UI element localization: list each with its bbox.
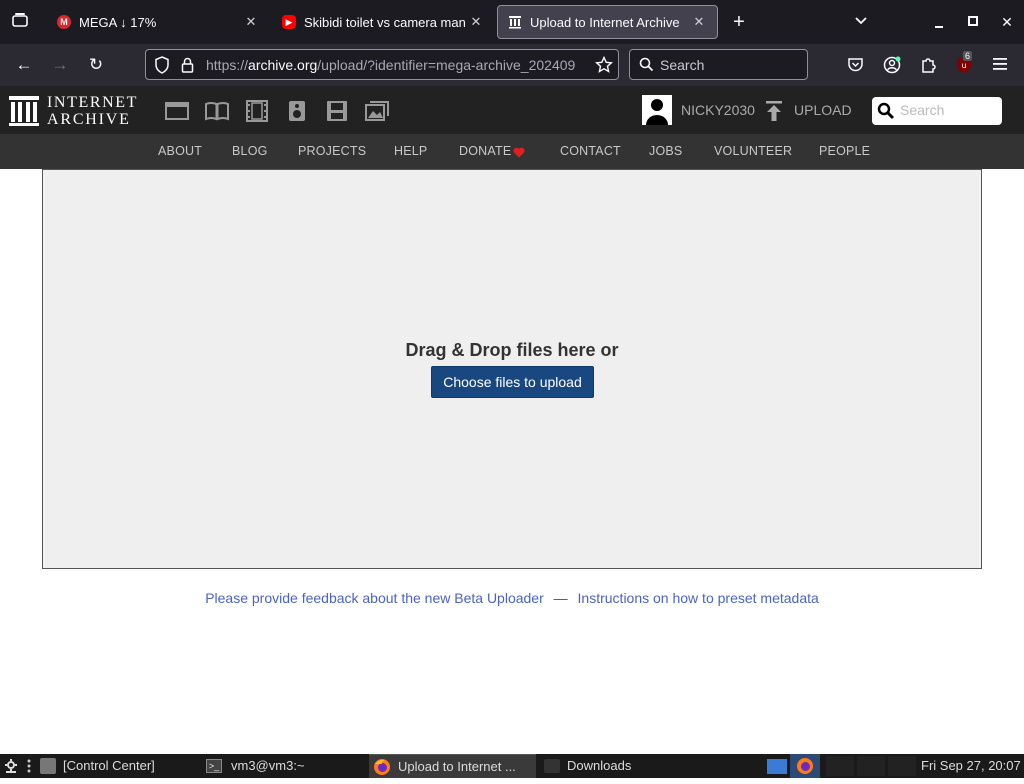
nav-jobs[interactable]: JOBS (649, 144, 682, 158)
tab-youtube[interactable]: ▶ Skibidi toilet vs camera man ✕ (272, 5, 494, 39)
url-text[interactable]: https://archive.org/upload/?identifier=m… (206, 57, 586, 73)
nav-blog[interactable]: BLOG (232, 144, 268, 158)
tab-mega[interactable]: M MEGA ↓ 17% ✕ (47, 5, 269, 39)
task-label: vm3@vm3:~ (231, 758, 305, 773)
url-path: /upload/?identifier=mega-archive_202409 (317, 57, 576, 73)
avatar[interactable] (642, 95, 672, 125)
youtube-icon: ▶ (282, 15, 296, 29)
os-taskbar: [Control Center] >_ vm3@vm3:~ Upload to … (0, 754, 1024, 778)
drop-title: Drag & Drop files here or (405, 340, 619, 360)
site-search-input[interactable]: Search (872, 97, 1002, 125)
ia-logo[interactable]: INTERNET ARCHIVE (8, 94, 148, 128)
mega-icon: M (57, 15, 71, 29)
workspace-2-firefox-icon[interactable] (790, 754, 820, 778)
nav-contact[interactable]: CONTACT (560, 144, 621, 158)
nav-about[interactable]: ABOUT (158, 144, 202, 158)
nav-help[interactable]: HELP (394, 144, 427, 158)
feedback-link[interactable]: Please provide feedback about the new Be… (205, 590, 544, 606)
images-icon[interactable] (364, 100, 390, 122)
clock[interactable]: Fri Sep 27, 20:07 (921, 754, 1021, 778)
search-placeholder: Search (660, 57, 705, 73)
close-icon[interactable]: ✕ (468, 14, 484, 30)
task-control-center[interactable]: [Control Center] (38, 754, 198, 778)
task-downloads[interactable]: Downloads (540, 754, 700, 778)
texts-icon[interactable] (204, 100, 230, 122)
maximize-icon[interactable] (963, 12, 983, 32)
ia-top-nav: INTERNET ARCHIVE NICKY2030 UPLOAD Search (0, 86, 1024, 134)
extensions-icon[interactable] (920, 56, 937, 79)
pocket-icon[interactable] (847, 57, 864, 78)
heart-icon (513, 147, 525, 158)
web-icon[interactable] (164, 100, 190, 122)
software-icon[interactable] (324, 100, 350, 122)
ublock-badge: 6 (963, 51, 973, 61)
apps-menu-icon[interactable] (4, 758, 18, 777)
account-icon[interactable] (883, 56, 901, 79)
url-bar[interactable]: https://archive.org/upload/?identifier=m… (145, 49, 619, 80)
close-window-icon[interactable]: ✕ (997, 12, 1017, 32)
terminal-icon: >_ (206, 759, 222, 773)
menu-icon[interactable] (992, 57, 1008, 76)
video-icon[interactable] (244, 100, 270, 122)
drag-handle-icon (27, 759, 31, 776)
nav-donate[interactable]: DONATE (459, 144, 511, 158)
firefox-icon (373, 758, 391, 784)
separator: — (553, 590, 568, 606)
choose-files-button[interactable]: Choose files to upload (431, 366, 594, 398)
workspace-3-icon[interactable] (826, 756, 854, 776)
logo-line1: INTERNET (47, 94, 139, 111)
instructions-link[interactable]: Instructions on how to preset metadata (578, 590, 819, 606)
upload-drop-zone[interactable]: Drag & Drop files here or Choose files t… (42, 169, 982, 569)
task-firefox[interactable]: Upload to Internet ... (369, 754, 536, 778)
task-label: Downloads (567, 758, 632, 773)
archive-icon (508, 15, 522, 29)
search-icon (877, 102, 895, 120)
search-icon (639, 57, 654, 75)
chevron-down-icon[interactable] (851, 12, 871, 32)
workspace-4-icon[interactable] (857, 756, 885, 776)
archive-building-icon (9, 96, 39, 126)
tab-label: Upload to Internet Archive (530, 14, 680, 30)
folder-icon (544, 759, 560, 773)
task-label: [Control Center] (63, 758, 155, 773)
back-icon[interactable]: ← (14, 55, 34, 75)
nav-people[interactable]: PEOPLE (819, 144, 870, 158)
lock-icon[interactable] (181, 57, 194, 78)
reload-icon[interactable]: ↻ (86, 55, 106, 75)
nav-projects[interactable]: PROJECTS (298, 144, 366, 158)
workspace-5-icon[interactable] (888, 756, 916, 776)
browser-tab-bar: M MEGA ↓ 17% ✕ ▶ Skibidi toilet vs camer… (0, 0, 1024, 44)
browser-search-field[interactable]: Search (629, 49, 808, 80)
task-label: Upload to Internet ... (398, 759, 516, 774)
forward-icon[interactable]: → (50, 55, 70, 75)
workspace-1-icon[interactable] (767, 759, 787, 774)
url-prefix: https:// (206, 57, 249, 73)
svg-text:u: u (961, 61, 966, 70)
feedback-line: Please provide feedback about the new Be… (0, 590, 1024, 606)
site-search-placeholder: Search (900, 102, 945, 118)
tab-label: MEGA ↓ 17% (79, 14, 157, 30)
shield-icon[interactable] (154, 56, 170, 79)
ia-secondary-nav: ABOUT BLOG PROJECTS HELP DONATE CONTACT … (0, 134, 1024, 169)
nav-volunteer[interactable]: VOLUNTEER (714, 144, 792, 158)
close-icon[interactable]: ✕ (691, 14, 707, 30)
task-terminal[interactable]: >_ vm3@vm3:~ (202, 754, 362, 778)
browser-toolbar: ← → ↻ https://archive.org/upload/?identi… (0, 44, 1024, 86)
upload-icon[interactable] (765, 100, 783, 122)
close-icon[interactable]: ✕ (243, 14, 259, 30)
bookmark-star-icon[interactable] (594, 55, 614, 79)
upload-label[interactable]: UPLOAD (794, 102, 852, 118)
tab-upload[interactable]: Upload to Internet Archive ✕ (497, 5, 718, 39)
audio-icon[interactable] (284, 100, 310, 122)
tab-overview-icon[interactable] (10, 12, 30, 34)
minimize-icon[interactable] (929, 14, 949, 34)
tab-label: Skibidi toilet vs camera man (304, 14, 466, 30)
control-center-icon (40, 758, 56, 774)
username[interactable]: NICKY2030 (681, 102, 755, 118)
url-host: archive.org (248, 57, 318, 73)
logo-line2: ARCHIVE (47, 111, 131, 128)
new-tab-icon[interactable]: + (729, 12, 749, 32)
